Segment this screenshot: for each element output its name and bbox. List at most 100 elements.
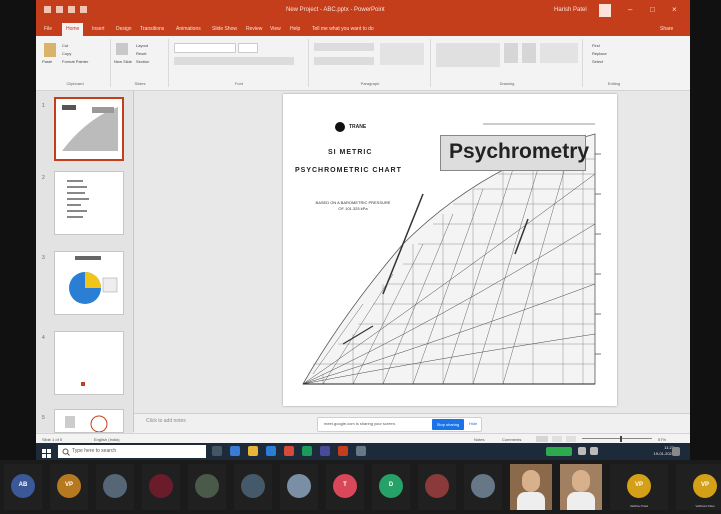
new-slide-label[interactable]: New Slide: [114, 59, 134, 64]
participant-tile[interactable]: VP Vaibhavi Patel: [676, 464, 721, 510]
participant-face: [572, 470, 590, 492]
volume-icon[interactable]: [590, 447, 598, 455]
notes-toggle-button[interactable]: Notes: [474, 437, 484, 442]
shapes-gallery[interactable]: [436, 43, 500, 67]
slide-thumbnail-4[interactable]: [54, 331, 124, 395]
select-button[interactable]: Select: [592, 59, 603, 64]
hide-banner-button[interactable]: Hide: [469, 421, 477, 426]
powerpoint-taskbar-icon[interactable]: [338, 446, 348, 456]
minimize-icon[interactable]: –: [628, 6, 636, 14]
notes-pane[interactable]: Click to add notes meet.google.com is sh…: [134, 413, 690, 434]
task-view-icon[interactable]: [212, 446, 222, 456]
tab-review[interactable]: Review: [246, 26, 262, 32]
tab-design[interactable]: Design: [116, 26, 132, 32]
participant-tile[interactable]: [96, 464, 134, 510]
format-painter-button[interactable]: Format Painter: [62, 59, 88, 64]
tab-home[interactable]: Home: [62, 23, 84, 36]
slide-thumbnail-1[interactable]: [54, 97, 124, 161]
undo-icon[interactable]: [56, 6, 63, 13]
replace-button[interactable]: Replace: [592, 51, 607, 56]
maximize-icon[interactable]: □: [650, 6, 658, 14]
taskbar-clock[interactable]: 11:23 19-01-2022: [654, 445, 674, 457]
user-name[interactable]: Harish Patel: [554, 7, 587, 13]
title-textbox[interactable]: Psychrometry: [440, 135, 589, 171]
normal-view-icon[interactable]: [536, 436, 548, 442]
close-icon[interactable]: ×: [672, 6, 680, 14]
layout-button[interactable]: Layout: [136, 43, 148, 48]
participant-video[interactable]: [560, 464, 602, 510]
participant-tile[interactable]: T: [326, 464, 364, 510]
align-buttons[interactable]: [314, 57, 374, 65]
settings-taskbar-icon[interactable]: [356, 446, 366, 456]
participant-tile[interactable]: AB: [4, 464, 42, 510]
current-slide[interactable]: TRANE SI METRIC PSYCHROMETRIC CHART BASE…: [283, 94, 617, 406]
file-explorer-icon[interactable]: [248, 446, 258, 456]
reset-button[interactable]: Reset: [136, 51, 146, 56]
zoom-slider-thumb[interactable]: [620, 436, 622, 442]
language-indicator[interactable]: English (India): [94, 437, 120, 442]
tab-slide-show[interactable]: Slide Show: [212, 26, 237, 32]
participant-tile[interactable]: [280, 464, 318, 510]
user-avatar[interactable]: [599, 4, 611, 17]
taskbar-search-placeholder[interactable]: Type here to search: [72, 448, 116, 454]
slideshow-icon[interactable]: [80, 6, 87, 13]
list-buttons[interactable]: [314, 43, 374, 51]
participant-tile[interactable]: [234, 464, 272, 510]
save-icon[interactable]: [44, 6, 51, 13]
slide-thumbnail-5[interactable]: [54, 409, 124, 433]
copy-button[interactable]: Copy: [62, 51, 71, 56]
zoom-slider[interactable]: [582, 438, 652, 439]
participant-tile[interactable]: VP Vaibhav Patel: [610, 464, 668, 510]
font-family-select[interactable]: [174, 43, 236, 53]
notifications-icon[interactable]: [672, 447, 680, 456]
font-format-buttons[interactable]: [174, 57, 294, 65]
tab-animations[interactable]: Animations: [176, 26, 201, 32]
section-button[interactable]: Section: [136, 59, 149, 64]
tab-help[interactable]: Help: [290, 26, 300, 32]
font-size-select[interactable]: [238, 43, 258, 53]
taskbar-search-box[interactable]: Type here to search: [58, 445, 206, 458]
paste-icon[interactable]: [44, 43, 56, 57]
participant-tile[interactable]: [142, 464, 180, 510]
share-button[interactable]: Share: [660, 26, 673, 32]
stop-sharing-button[interactable]: Stop sharing: [432, 419, 464, 430]
tell-me-search[interactable]: Tell me what you want to do: [312, 26, 374, 32]
ribbon-tabs: File Home Insert Design Transitions Anim…: [36, 22, 690, 36]
zoom-level[interactable]: 57%: [658, 437, 666, 442]
edge-icon[interactable]: [230, 446, 240, 456]
participant-tile[interactable]: [418, 464, 456, 510]
tab-transitions[interactable]: Transitions: [140, 26, 164, 32]
tab-insert[interactable]: Insert: [92, 26, 105, 32]
store-icon[interactable]: [266, 446, 276, 456]
slide-title[interactable]: Psychrometry: [449, 140, 589, 164]
chrome-icon[interactable]: [284, 446, 294, 456]
windows-start-icon[interactable]: [42, 446, 52, 458]
redo-icon[interactable]: [68, 6, 75, 13]
cut-button[interactable]: Cut: [62, 43, 68, 48]
group-label-font: Font: [234, 81, 243, 86]
text-direction-buttons[interactable]: [380, 43, 424, 65]
comments-toggle-button[interactable]: Comments: [502, 437, 521, 442]
new-slide-icon[interactable]: [116, 43, 128, 55]
tab-view[interactable]: View: [270, 26, 281, 32]
participant-tile[interactable]: [464, 464, 502, 510]
participant-video[interactable]: [510, 464, 552, 510]
slide-thumbnail-3[interactable]: [54, 251, 124, 315]
app-icon[interactable]: [302, 446, 312, 456]
shape-fill-outline[interactable]: [540, 43, 578, 63]
participant-tile[interactable]: VP: [50, 464, 88, 510]
find-button[interactable]: Find: [592, 43, 600, 48]
paste-label[interactable]: Paste: [42, 59, 52, 64]
network-icon[interactable]: [578, 447, 586, 455]
quick-styles-button[interactable]: [522, 43, 536, 63]
participant-tile[interactable]: [188, 464, 226, 510]
tab-file[interactable]: File: [44, 26, 52, 32]
notes-placeholder[interactable]: Click to add notes: [146, 418, 186, 424]
arrange-button[interactable]: [504, 43, 518, 63]
app-icon-2[interactable]: [320, 446, 330, 456]
slide-thumbnail-2[interactable]: [54, 171, 124, 235]
participant-tile[interactable]: D: [372, 464, 410, 510]
reading-view-icon[interactable]: [566, 436, 576, 442]
battery-icon[interactable]: [546, 447, 572, 456]
slide-sorter-icon[interactable]: [552, 436, 562, 442]
